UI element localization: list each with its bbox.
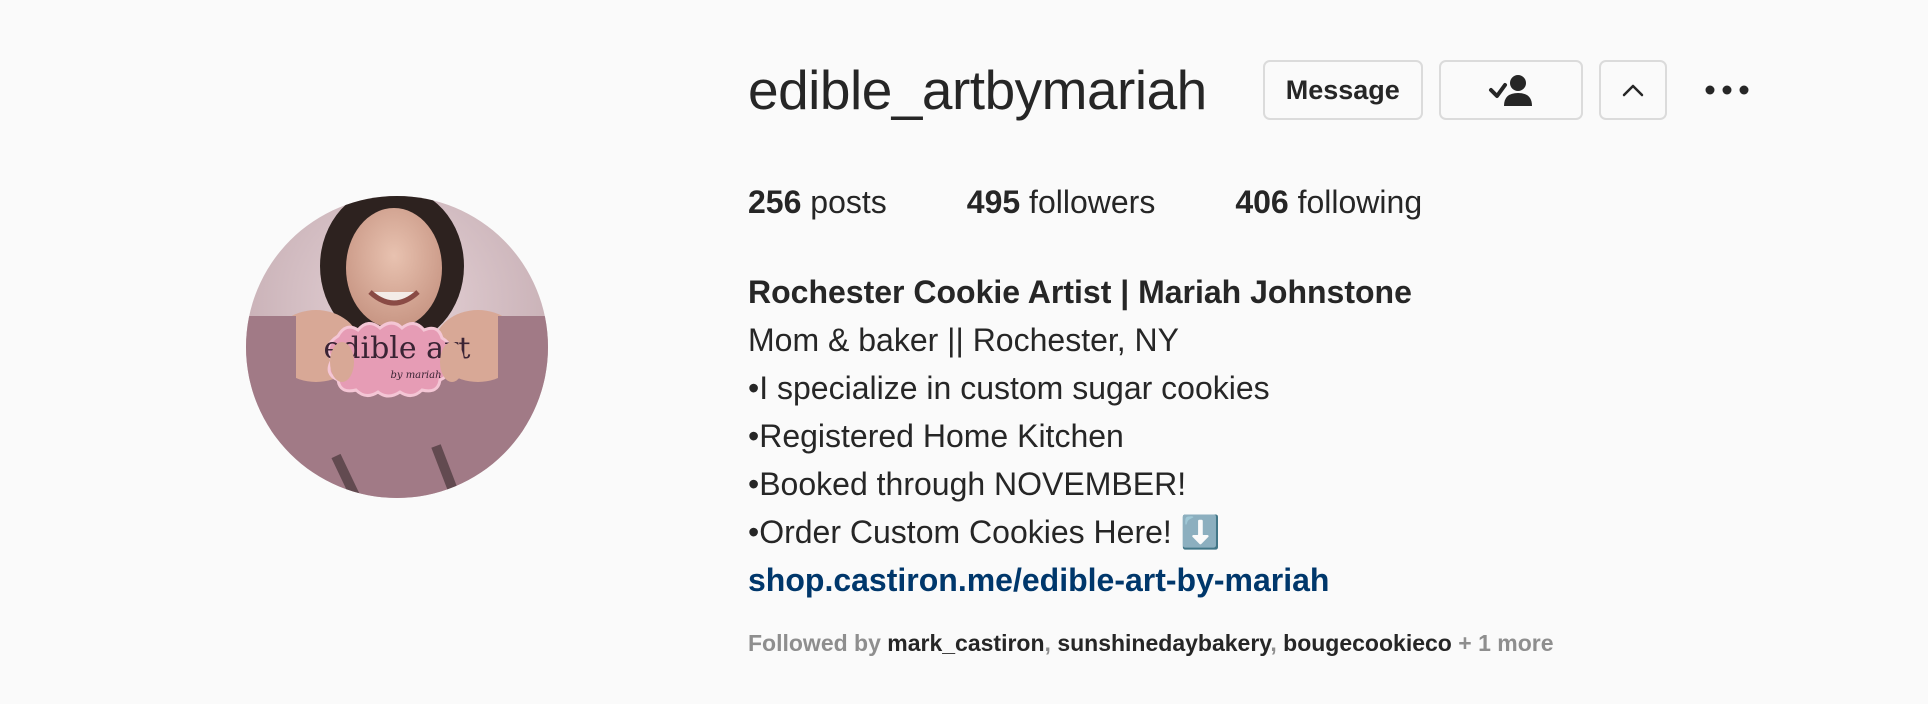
stat-followers-count: 495 [966, 184, 1021, 220]
followed-by-account[interactable]: mark_castiron [887, 630, 1044, 656]
message-button-label: Message [1285, 74, 1400, 105]
followed-by-account[interactable]: bougecookieco [1283, 630, 1452, 656]
following-button[interactable] [1438, 60, 1583, 120]
separator-comma: , [1270, 630, 1277, 656]
stat-following[interactable]: 406 following [1235, 180, 1422, 224]
followed-by[interactable]: Followed by mark_castiron, sunshinedayba… [748, 626, 1554, 660]
avatar-photo: edible art by mariah [246, 196, 548, 498]
more-horizontal-icon [1705, 85, 1749, 95]
suggested-accounts-button[interactable] [1598, 60, 1667, 120]
bio-line: •I specialize in custom sugar cookies [748, 370, 1270, 406]
stat-followers[interactable]: 495 followers [967, 180, 1156, 224]
stat-posts-label: posts [810, 184, 887, 220]
profile-header: edible_artbymariah Message [748, 58, 1757, 122]
bio-website-link[interactable]: shop.castiron.me/edible-art-by-mariah [748, 556, 1412, 604]
message-button[interactable]: Message [1262, 60, 1423, 120]
separator-comma: , [1044, 630, 1051, 656]
followed-by-prefix: Followed by [748, 630, 881, 656]
stat-following-label: following [1297, 184, 1423, 220]
profile-stats: 256 posts 495 followers 406 following [748, 180, 1502, 224]
followed-by-more[interactable]: + 1 more [1458, 630, 1553, 656]
stat-following-count: 406 [1235, 184, 1289, 220]
stat-posts-count: 256 [748, 184, 802, 220]
more-options-button[interactable] [1697, 60, 1757, 120]
bio-line: •Order Custom Cookies Here! ⬇️ [748, 514, 1221, 550]
bio-line: •Registered Home Kitchen [748, 418, 1124, 454]
stat-posts: 256 posts [748, 180, 887, 224]
stat-followers-label: followers [1029, 184, 1156, 220]
cookie-subtext: by mariah [390, 370, 441, 381]
followed-by-account[interactable]: sunshinedaybakery [1057, 630, 1270, 656]
chevron-up-icon [1622, 84, 1644, 97]
profile-username: edible_artbymariah [748, 59, 1207, 121]
profile-full-name: Rochester Cookie Artist | Mariah Johnsto… [748, 274, 1412, 310]
bio-line: Mom & baker || Rochester, NY [748, 322, 1179, 358]
profile-page: edible art by mariah edible_artbymariah … [0, 0, 1928, 704]
bio-line: •Booked through NOVEMBER! [748, 466, 1187, 502]
person-check-icon [1488, 75, 1532, 106]
profile-avatar[interactable]: edible art by mariah [246, 196, 548, 498]
profile-bio: Rochester Cookie Artist | Mariah Johnsto… [748, 268, 1412, 604]
